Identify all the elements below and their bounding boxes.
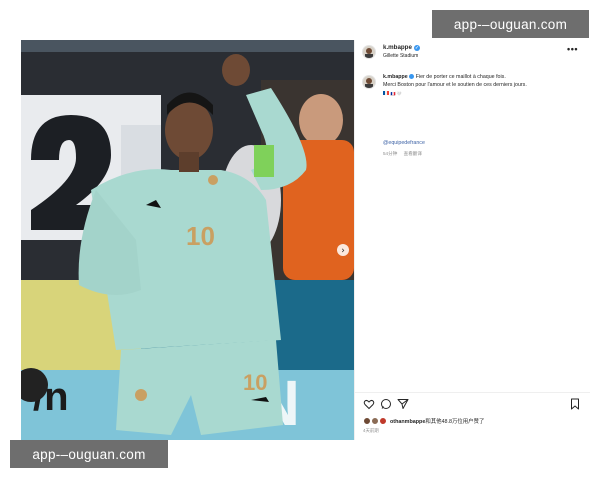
caption-emoji-text: 🇫🇷 🤍 xyxy=(390,90,402,96)
post-header: k.mbappe ✓ Gillette Stadium ••• xyxy=(355,40,590,66)
liker-avatar xyxy=(379,417,387,425)
username-text[interactable]: k.mbappe xyxy=(383,44,412,51)
divider xyxy=(355,392,590,393)
post-side-panel: k.mbappe ✓ Gillette Stadium ••• k.mbappe… xyxy=(354,40,590,440)
caption-time: 54分钟 xyxy=(383,151,398,156)
translate-link[interactable]: 查看翻译 xyxy=(404,151,422,156)
caption-line-2: Merci Boston pour l'amour et le soutien … xyxy=(383,81,527,88)
watermark-bottom: app-–ouguan.com xyxy=(10,440,168,468)
caption-avatar[interactable] xyxy=(362,75,376,89)
likes-text: othanmbappe和其他48.8万位用户赞了 xyxy=(390,417,484,425)
likes-line[interactable]: othanmbappe和其他48.8万位用户赞了 xyxy=(363,417,484,425)
post-date: 4天前期 xyxy=(363,428,379,433)
comment-icon[interactable] xyxy=(380,398,392,410)
verified-badge-icon: ✓ xyxy=(413,44,420,51)
hashtag-link[interactable]: @equipedefrance xyxy=(383,140,425,146)
watermark-top: app-–ouguan.com xyxy=(432,10,589,38)
heart-icon[interactable] xyxy=(363,398,375,410)
verified-small-icon xyxy=(409,74,415,80)
caption-text: k.mbappe Fier de porter ce maillot à cha… xyxy=(383,74,583,98)
action-bar xyxy=(363,398,583,412)
svg-text:10: 10 xyxy=(186,221,215,251)
username-link[interactable]: k.mbappe ✓ xyxy=(383,44,420,51)
send-icon[interactable] xyxy=(397,398,409,410)
bookmark-icon[interactable] xyxy=(569,398,581,410)
location-link[interactable]: Gillette Stadium xyxy=(383,53,418,59)
liker-avatar xyxy=(363,417,371,425)
caption-username[interactable]: k.mbappe xyxy=(383,74,408,80)
caption-meta: 54分钟 查看翻译 xyxy=(383,151,427,157)
more-options-icon[interactable]: ••• xyxy=(567,44,578,54)
svg-text:10: 10 xyxy=(243,370,267,395)
avatar[interactable] xyxy=(362,45,376,59)
next-arrow-icon[interactable]: › xyxy=(341,246,345,256)
liker-avatar xyxy=(371,417,379,425)
caption-emoji-line: 🇫🇷 🤍 xyxy=(383,90,402,97)
post-photo: YN /n 10 10 xyxy=(21,40,354,440)
player-photo-illustration: YN /n 10 10 xyxy=(21,40,354,440)
instagram-post: YN /n 10 10 xyxy=(21,40,590,440)
liker-username[interactable]: othanmbappe xyxy=(390,419,425,425)
likes-rest: 和其他48.8万位用户赞了 xyxy=(425,419,485,425)
caption-line-1: Fier de porter ce maillot à chaque fois. xyxy=(415,74,506,80)
